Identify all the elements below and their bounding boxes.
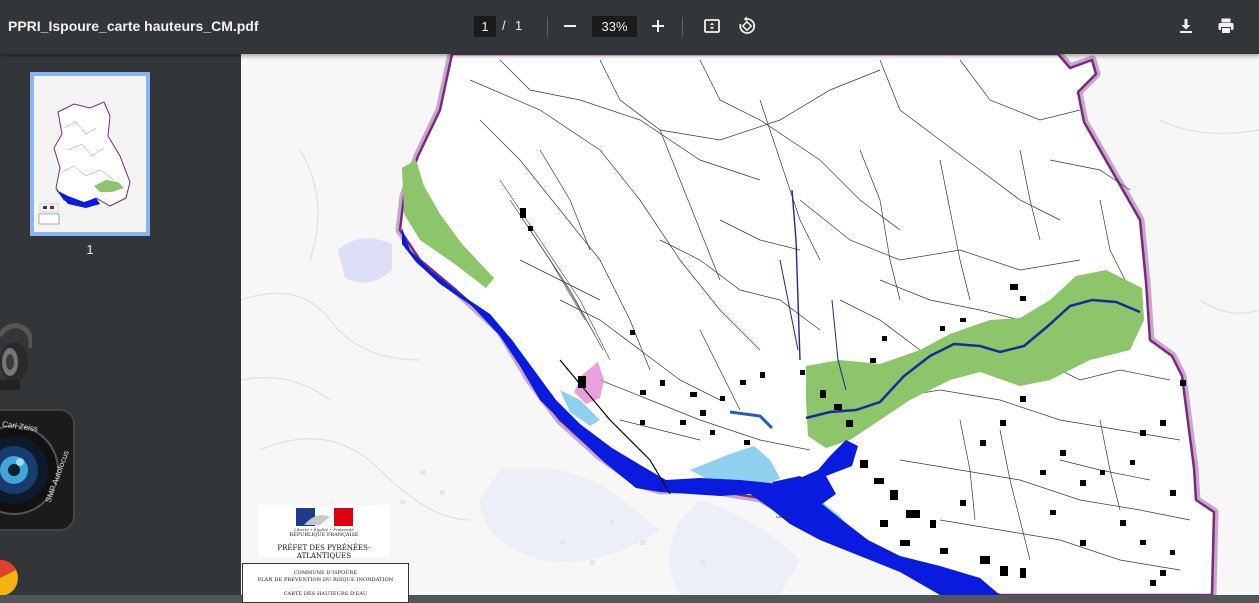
pdf-page-viewer[interactable]: Lacoste: [241, 54, 1259, 595]
zoom-out-icon: [564, 25, 576, 27]
map-cartouche: COMMUNE D'ISPOURE PLAN DE PREVENTION DU …: [242, 563, 409, 603]
map-label: Lacoste: [776, 514, 791, 519]
thumbnail-page-label: 1: [86, 242, 94, 257]
print-button[interactable]: [1212, 12, 1240, 40]
chrome-app-icon[interactable]: [0, 552, 18, 596]
cartouche-line-1: COMMUNE D'ISPOURE: [293, 570, 358, 576]
page-total: 1: [515, 18, 523, 33]
download-icon: [1180, 19, 1192, 33]
rotate-button[interactable]: [733, 12, 761, 40]
prefecture: PRÉFET DES PYRÉNÉES-ATLANTIQUES: [277, 544, 371, 560]
toolbar-divider: [547, 17, 548, 37]
fit-to-page-icon: [704, 19, 720, 33]
fit-to-page-button[interactable]: [698, 12, 726, 40]
page-separator: /: [502, 18, 506, 33]
page-number-input[interactable]: 1: [474, 16, 496, 37]
cartouche-line-2: PLAN DE PREVENTION DU RISQUE INONDATION: [257, 577, 394, 583]
zoom-in-button[interactable]: [644, 12, 672, 40]
zoom-out-button[interactable]: [556, 12, 584, 40]
download-button[interactable]: [1172, 12, 1200, 40]
zoom-in-icon: [652, 20, 664, 32]
page-thumbnail-map: [34, 76, 146, 232]
camera-lens-app-icon[interactable]: Carl Zeiss SMP Autofocus: [0, 408, 76, 534]
toolbar-divider: [682, 17, 683, 37]
print-icon: [1218, 18, 1234, 34]
document-title: PPRI_Ispoure_carte hauteurs_CM.pdf: [8, 18, 259, 34]
headphones-app-icon[interactable]: [0, 318, 34, 392]
zoom-level-input[interactable]: 33%: [592, 16, 637, 37]
marianne-logo: Liberté • Égalité • Fraternité RÉPUBLIQU…: [258, 505, 390, 560]
rotate-icon: [739, 16, 756, 34]
republique-francaise: RÉPUBLIQUE FRANÇAISE: [289, 532, 359, 538]
flood-map: Lacoste: [241, 54, 1259, 595]
page-thumbnail[interactable]: [30, 72, 150, 236]
pdf-toolbar: PPRI_Ispoure_carte hauteurs_CM.pdf 1 / 1…: [0, 0, 1259, 54]
